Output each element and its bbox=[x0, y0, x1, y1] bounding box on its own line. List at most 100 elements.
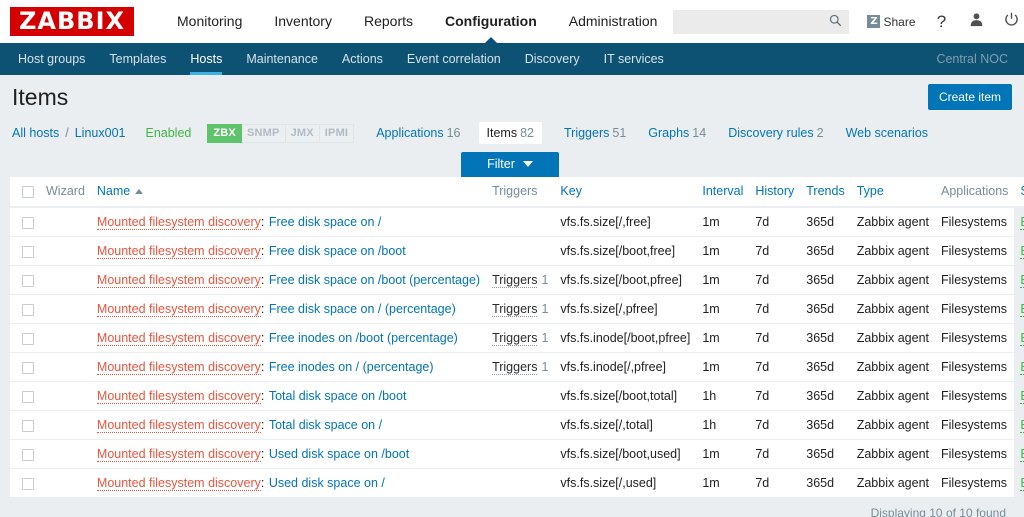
objtab-items[interactable]: Items 82 bbox=[478, 122, 542, 144]
column-header-name[interactable]: Name bbox=[90, 177, 487, 208]
row-trends-cell: 365d bbox=[800, 265, 851, 295]
row-trends-cell: 365d bbox=[800, 207, 851, 237]
item-name-link[interactable]: Used disk space on /boot bbox=[269, 447, 409, 461]
row-checkbox[interactable] bbox=[22, 245, 34, 258]
table-row: Mounted filesystem discovery: Free inode… bbox=[10, 352, 1024, 382]
subnav-item-maintenance[interactable]: Maintenance bbox=[234, 43, 330, 75]
item-name-link[interactable]: Total disk space on / bbox=[269, 418, 382, 432]
protocol-badge-ipmi[interactable]: IPMI bbox=[319, 123, 355, 143]
status-badge[interactable]: Enabled bbox=[1020, 389, 1024, 404]
column-header-trends[interactable]: Trends bbox=[800, 177, 851, 208]
status-badge[interactable]: Enabled bbox=[1020, 418, 1024, 433]
create-item-button[interactable]: Create item bbox=[927, 84, 1012, 110]
protocol-badge-jmx[interactable]: JMX bbox=[285, 123, 320, 143]
triggers-link[interactable]: Triggers bbox=[492, 273, 538, 288]
row-checkbox[interactable] bbox=[22, 216, 34, 229]
triggers-link[interactable]: Triggers bbox=[492, 302, 538, 317]
item-name-link[interactable]: Used disk space on / bbox=[269, 476, 385, 490]
host-status-link[interactable]: Enabled bbox=[145, 126, 191, 140]
protocol-badge-zbx[interactable]: ZBX bbox=[207, 123, 242, 143]
search-input[interactable] bbox=[673, 10, 824, 33]
discovery-rule-link[interactable]: Mounted filesystem discovery bbox=[96, 389, 261, 404]
status-badge[interactable]: Enabled bbox=[1020, 244, 1024, 259]
search-icon[interactable] bbox=[829, 14, 842, 32]
column-header-status[interactable]: Status bbox=[1014, 177, 1024, 208]
row-checkbox[interactable] bbox=[22, 477, 34, 490]
row-history-cell: 7d bbox=[749, 439, 801, 469]
subnav-item-discovery[interactable]: Discovery bbox=[513, 43, 592, 75]
item-name-link[interactable]: Free disk space on / (percentage) bbox=[269, 302, 456, 316]
row-triggers-cell bbox=[486, 381, 555, 411]
share-button[interactable]: Z Share bbox=[867, 15, 916, 29]
row-checkbox[interactable] bbox=[22, 332, 34, 345]
triggers-link[interactable]: Triggers bbox=[492, 331, 538, 346]
row-key-cell: vfs.fs.inode[/boot,pfree] bbox=[554, 323, 697, 353]
status-badge[interactable]: Enabled bbox=[1020, 273, 1024, 288]
breadcrumb-all-hosts[interactable]: All hosts bbox=[12, 126, 59, 140]
row-checkbox[interactable] bbox=[22, 419, 34, 432]
discovery-rule-link[interactable]: Mounted filesystem discovery bbox=[96, 331, 261, 346]
row-checkbox[interactable] bbox=[22, 390, 34, 403]
select-all-checkbox[interactable] bbox=[22, 185, 34, 198]
triggers-link[interactable]: Triggers bbox=[492, 360, 538, 375]
status-badge[interactable]: Enabled bbox=[1020, 302, 1024, 317]
discovery-rule-link[interactable]: Mounted filesystem discovery bbox=[96, 418, 261, 433]
item-name-link[interactable]: Free disk space on / bbox=[269, 215, 382, 229]
status-badge[interactable]: Enabled bbox=[1020, 360, 1024, 375]
discovery-rule-link[interactable]: Mounted filesystem discovery bbox=[96, 273, 261, 288]
filter-tab[interactable]: Filter bbox=[461, 152, 559, 177]
subnav-item-event-correlation[interactable]: Event correlation bbox=[395, 43, 513, 75]
objtab-graphs[interactable]: Graphs 14 bbox=[648, 126, 706, 140]
column-header-type[interactable]: Type bbox=[850, 177, 935, 208]
row-status-cell: Enabled bbox=[1014, 323, 1024, 353]
item-name-link[interactable]: Total disk space on /boot bbox=[269, 389, 407, 403]
row-checkbox[interactable] bbox=[22, 274, 34, 287]
item-name-link[interactable]: Free inodes on / (percentage) bbox=[269, 360, 434, 374]
status-badge[interactable]: Enabled bbox=[1020, 215, 1024, 230]
subnav-item-actions[interactable]: Actions bbox=[330, 43, 395, 75]
objtab-discovery-rules[interactable]: Discovery rules 2 bbox=[728, 126, 823, 140]
subnav-item-hosts[interactable]: Hosts bbox=[178, 43, 234, 75]
user-profile-button[interactable] bbox=[968, 12, 986, 32]
protocol-badge-snmp[interactable]: SNMP bbox=[241, 123, 286, 143]
user-icon bbox=[969, 12, 984, 32]
discovery-rule-link[interactable]: Mounted filesystem discovery bbox=[96, 302, 261, 317]
row-interval-cell: 1m bbox=[696, 207, 750, 237]
row-select-cell bbox=[10, 294, 40, 324]
column-header-interval[interactable]: Interval bbox=[696, 177, 750, 208]
help-button[interactable]: ? bbox=[933, 12, 951, 32]
column-header-history[interactable]: History bbox=[749, 177, 801, 208]
breadcrumb-host-name[interactable]: Linux001 bbox=[75, 126, 126, 140]
objtab-web-scenarios[interactable]: Web scenarios bbox=[846, 126, 928, 140]
item-name-link[interactable]: Free inodes on /boot (percentage) bbox=[269, 331, 458, 345]
objtab-applications[interactable]: Applications 16 bbox=[376, 126, 460, 140]
nav-item-configuration[interactable]: Configuration bbox=[429, 0, 553, 43]
row-checkbox[interactable] bbox=[22, 303, 34, 316]
status-badge[interactable]: Enabled bbox=[1020, 476, 1024, 491]
status-badge[interactable]: Enabled bbox=[1020, 447, 1024, 462]
subnav-item-host-groups[interactable]: Host groups bbox=[6, 43, 97, 75]
row-key-cell: vfs.fs.size[/boot,total] bbox=[554, 381, 697, 411]
row-checkbox[interactable] bbox=[22, 361, 34, 374]
zabbix-logo[interactable]: ZABBIX bbox=[10, 7, 134, 36]
discovery-rule-link[interactable]: Mounted filesystem discovery bbox=[96, 244, 261, 259]
subnav-item-it-services[interactable]: IT services bbox=[592, 43, 676, 75]
nav-item-inventory[interactable]: Inventory bbox=[258, 0, 348, 43]
item-name-link[interactable]: Free disk space on /boot bbox=[269, 244, 406, 258]
row-interval-cell: 1m bbox=[696, 468, 750, 498]
status-badge[interactable]: Enabled bbox=[1020, 331, 1024, 346]
nav-item-monitoring[interactable]: Monitoring bbox=[161, 0, 258, 43]
discovery-rule-link[interactable]: Mounted filesystem discovery bbox=[96, 447, 261, 462]
column-header-key[interactable]: Key bbox=[554, 177, 697, 208]
logout-button[interactable] bbox=[1003, 12, 1021, 32]
nav-item-administration[interactable]: Administration bbox=[553, 0, 674, 43]
discovery-rule-link[interactable]: Mounted filesystem discovery bbox=[96, 360, 261, 375]
global-search[interactable] bbox=[673, 9, 850, 34]
nav-item-reports[interactable]: Reports bbox=[348, 0, 429, 43]
row-checkbox[interactable] bbox=[22, 448, 34, 461]
discovery-rule-link[interactable]: Mounted filesystem discovery bbox=[96, 476, 261, 491]
discovery-rule-link[interactable]: Mounted filesystem discovery bbox=[96, 215, 261, 230]
item-name-link[interactable]: Free disk space on /boot (percentage) bbox=[269, 273, 480, 287]
objtab-triggers[interactable]: Triggers 51 bbox=[564, 126, 626, 140]
subnav-item-templates[interactable]: Templates bbox=[97, 43, 178, 75]
